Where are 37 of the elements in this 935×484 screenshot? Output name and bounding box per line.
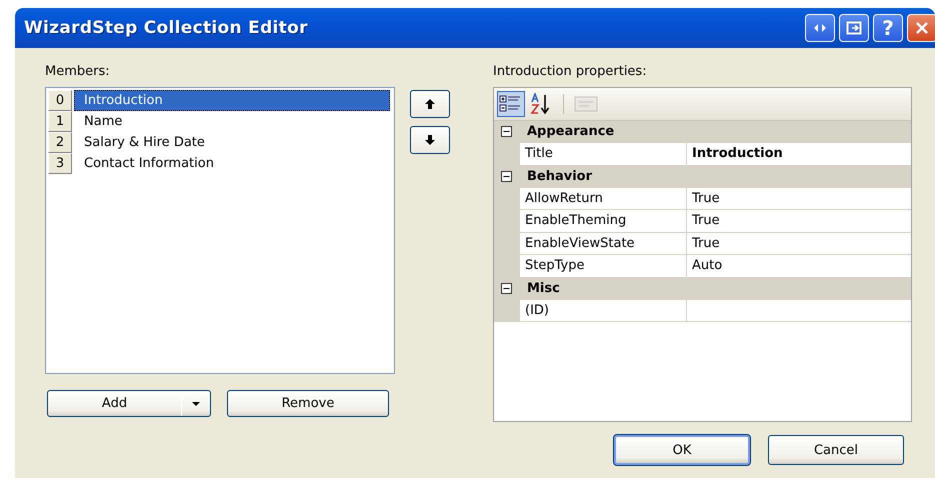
property-name[interactable]: EnableViewState xyxy=(520,232,687,254)
help-button[interactable]: ? xyxy=(873,14,903,42)
arrows-icon xyxy=(813,23,827,33)
list-item[interactable]: Contact Information xyxy=(74,153,390,174)
cancel-button[interactable]: Cancel xyxy=(768,435,904,465)
window-title: WizardStep Collection Editor xyxy=(24,18,308,38)
move-up-button[interactable] xyxy=(410,90,450,118)
down-arrow-icon xyxy=(424,134,436,146)
ok-button[interactable]: OK xyxy=(614,435,750,465)
close-button[interactable] xyxy=(907,14,935,42)
list-item[interactable]: Introduction xyxy=(74,90,390,111)
move-down-button[interactable] xyxy=(410,126,450,154)
category-label: Misc xyxy=(527,280,560,296)
property-value[interactable]: True xyxy=(687,210,911,232)
categorized-button[interactable] xyxy=(497,91,525,117)
category-label: Behavior xyxy=(527,168,592,184)
window-icon xyxy=(846,21,862,35)
property-name[interactable]: AllowReturn xyxy=(520,188,687,209)
property-value[interactable]: True xyxy=(687,188,911,209)
close-icon xyxy=(915,21,929,35)
expand-button[interactable] xyxy=(805,14,835,42)
property-value[interactable]: Auto xyxy=(687,255,911,276)
restore-button[interactable] xyxy=(839,14,869,42)
property-name[interactable]: Title xyxy=(520,143,687,164)
property-name[interactable]: EnableTheming xyxy=(520,210,687,232)
property-value[interactable]: True xyxy=(687,232,911,254)
add-button[interactable]: Add xyxy=(47,390,211,417)
members-label: Members: xyxy=(45,64,111,79)
remove-button[interactable]: Remove xyxy=(227,390,389,417)
property-name[interactable]: StepType xyxy=(520,255,687,276)
property-value[interactable]: Introduction xyxy=(687,143,911,164)
category-label: Appearance xyxy=(527,124,614,139)
properties-label: Introduction properties: xyxy=(493,64,648,79)
up-arrow-icon xyxy=(424,98,436,110)
property-name[interactable]: (ID) xyxy=(520,300,687,321)
list-item[interactable]: Name xyxy=(74,111,390,132)
list-item[interactable]: Salary & Hire Date xyxy=(74,132,390,153)
